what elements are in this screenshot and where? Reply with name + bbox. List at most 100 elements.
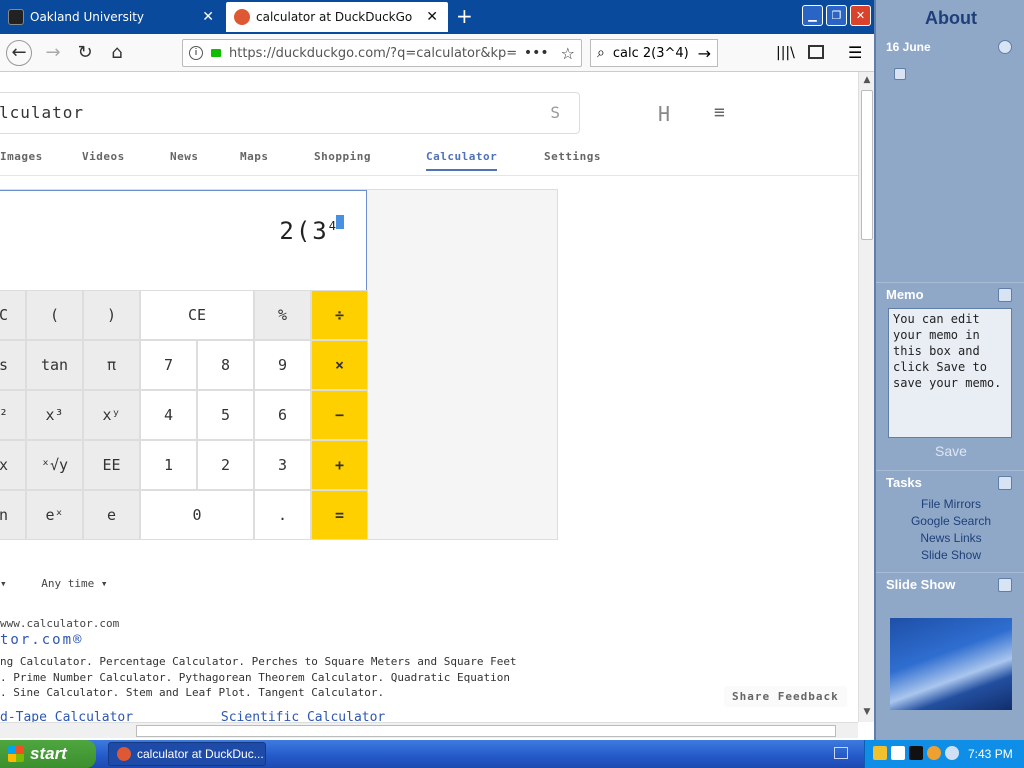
url-text[interactable]: https://duckduckgo.com/?q=calculator&kp=	[229, 46, 516, 61]
calc-key[interactable]: %	[254, 290, 311, 340]
calc-key[interactable]: xʸ	[83, 390, 140, 440]
sitelink[interactable]: Scientific Calculator	[221, 710, 385, 722]
calc-key[interactable]: EE	[83, 440, 140, 490]
address-bar[interactable]: i https://duckduckgo.com/?q=calculator&k…	[182, 39, 582, 67]
vertical-scrollbar[interactable]: ▲ ▼	[858, 72, 874, 722]
share-feedback-button[interactable]: Share Feedback	[724, 686, 847, 707]
tab-duckduckgo-calculator[interactable]: calculator at DuckDuckGo ✕	[226, 2, 448, 32]
calculator-display[interactable]: 2(34	[0, 190, 367, 291]
forward-button[interactable]: →	[40, 40, 66, 66]
close-window-button[interactable]: ✕	[850, 5, 871, 26]
ddg-search-input[interactable]: lculator S	[0, 92, 580, 134]
tab-settings[interactable]: Settings	[544, 150, 601, 163]
calc-key[interactable]: ˣ√y	[26, 440, 83, 490]
result-url[interactable]: www.calculator.com	[0, 617, 119, 630]
maximize-button[interactable]: ❐	[826, 5, 847, 26]
tab-close-icon[interactable]: ✕	[202, 9, 214, 25]
monitor-icon[interactable]	[998, 578, 1012, 592]
task-news-links[interactable]: News Links	[876, 531, 1024, 545]
result-title[interactable]: tor.com®	[0, 632, 83, 648]
taskbar-window-item[interactable]: calculator at DuckDuc...	[108, 742, 266, 766]
home-button[interactable]: ⌂	[104, 40, 130, 66]
search-box[interactable]: ⌕ calc 2(3^4) →	[590, 39, 718, 67]
page-actions-icon[interactable]: •••	[524, 45, 549, 61]
bookmark-star-icon[interactable]: ☆	[561, 44, 575, 63]
calc-key[interactable]: +	[311, 440, 368, 490]
calc-key[interactable]: =	[311, 490, 368, 540]
calc-key[interactable]: CE	[140, 290, 254, 340]
horizontal-scroll-thumb[interactable]	[136, 725, 836, 737]
calc-key[interactable]: x	[0, 440, 26, 490]
calc-key[interactable]: e	[83, 490, 140, 540]
network-icon[interactable]	[891, 746, 905, 760]
memo-save-button[interactable]: Save	[876, 443, 1024, 459]
time-filter[interactable]: Any time ▾	[41, 577, 107, 590]
calc-key[interactable]: 6	[254, 390, 311, 440]
calc-key[interactable]: x³	[26, 390, 83, 440]
tab-videos[interactable]: Videos	[82, 150, 125, 163]
search-tray-icon[interactable]	[927, 746, 941, 760]
back-button[interactable]: ←	[6, 40, 32, 66]
minimize-button[interactable]: ▁	[802, 5, 823, 26]
terminal-icon[interactable]	[909, 746, 923, 760]
memo-icon[interactable]	[998, 288, 1012, 302]
calc-key[interactable]: 1	[140, 440, 197, 490]
tab-calculator[interactable]: Calculator	[426, 150, 498, 171]
scroll-up-icon[interactable]: ▲	[859, 72, 874, 88]
calc-key[interactable]: ²	[0, 390, 26, 440]
calc-key[interactable]: −	[311, 390, 368, 440]
tab-oakland-university[interactable]: Oakland University ✕	[0, 2, 224, 32]
region-filter[interactable]: ▾	[0, 577, 7, 590]
calc-key[interactable]: 2	[197, 440, 254, 490]
volume-icon[interactable]	[945, 746, 959, 760]
calc-key[interactable]: 7	[140, 340, 197, 390]
tasks-icon[interactable]	[998, 476, 1012, 490]
horizontal-scrollbar[interactable]	[0, 722, 858, 738]
new-tab-button[interactable]: +	[456, 4, 473, 28]
slideshow-image[interactable]	[890, 618, 1012, 710]
calc-key[interactable]: 0	[140, 490, 254, 540]
hamburger-menu-icon[interactable]: ☰	[848, 43, 862, 62]
scroll-down-icon[interactable]: ▼	[859, 704, 874, 720]
tab-news[interactable]: News	[170, 150, 199, 163]
sidebar-toggle-icon[interactable]	[808, 45, 824, 59]
calc-key[interactable]: C	[0, 290, 26, 340]
start-button[interactable]: start	[0, 740, 96, 768]
calc-key[interactable]: )	[83, 290, 140, 340]
calc-key[interactable]: 9	[254, 340, 311, 390]
calc-key[interactable]: 3	[254, 440, 311, 490]
search-submit-icon[interactable]: S	[550, 93, 561, 133]
shield-icon[interactable]	[873, 746, 887, 760]
calc-key[interactable]: ÷	[311, 290, 368, 340]
search-go-icon[interactable]: →	[698, 44, 711, 63]
tab-shopping[interactable]: Shopping	[314, 150, 371, 163]
reload-button[interactable]: ↻	[72, 40, 98, 66]
calc-key[interactable]: .	[254, 490, 311, 540]
calc-key[interactable]: 5	[197, 390, 254, 440]
keyboard-icon[interactable]	[834, 747, 848, 759]
task-file-mirrors[interactable]: File Mirrors	[876, 497, 1024, 511]
calc-key[interactable]: 8	[197, 340, 254, 390]
task-google-search[interactable]: Google Search	[876, 514, 1024, 528]
calc-key[interactable]: tan	[26, 340, 83, 390]
tab-close-icon[interactable]: ✕	[426, 9, 438, 25]
tab-images[interactable]: Images	[0, 150, 43, 163]
calc-key[interactable]: π	[83, 340, 140, 390]
picture-icon[interactable]	[894, 68, 906, 80]
sitelink[interactable]: d-Tape Calculator	[0, 710, 133, 722]
memo-textarea[interactable]: You can edit your memo in this box and c…	[888, 308, 1012, 438]
calc-key[interactable]: s	[0, 340, 26, 390]
search-value[interactable]: calc 2(3^4)	[613, 46, 689, 61]
tab-maps[interactable]: Maps	[240, 150, 269, 163]
calc-key[interactable]: (	[26, 290, 83, 340]
calc-key[interactable]: ×	[311, 340, 368, 390]
task-slide-show[interactable]: Slide Show	[876, 548, 1024, 562]
ddg-menu-icon[interactable]: ≡	[714, 102, 725, 123]
calc-key[interactable]: 4	[140, 390, 197, 440]
calc-key[interactable]: eˣ	[26, 490, 83, 540]
calc-key[interactable]: n	[0, 490, 26, 540]
library-icon[interactable]: |||\	[776, 45, 795, 61]
vertical-scroll-thumb[interactable]	[861, 90, 873, 240]
site-info-icon[interactable]: i	[189, 46, 203, 60]
globe-icon[interactable]	[998, 40, 1012, 54]
